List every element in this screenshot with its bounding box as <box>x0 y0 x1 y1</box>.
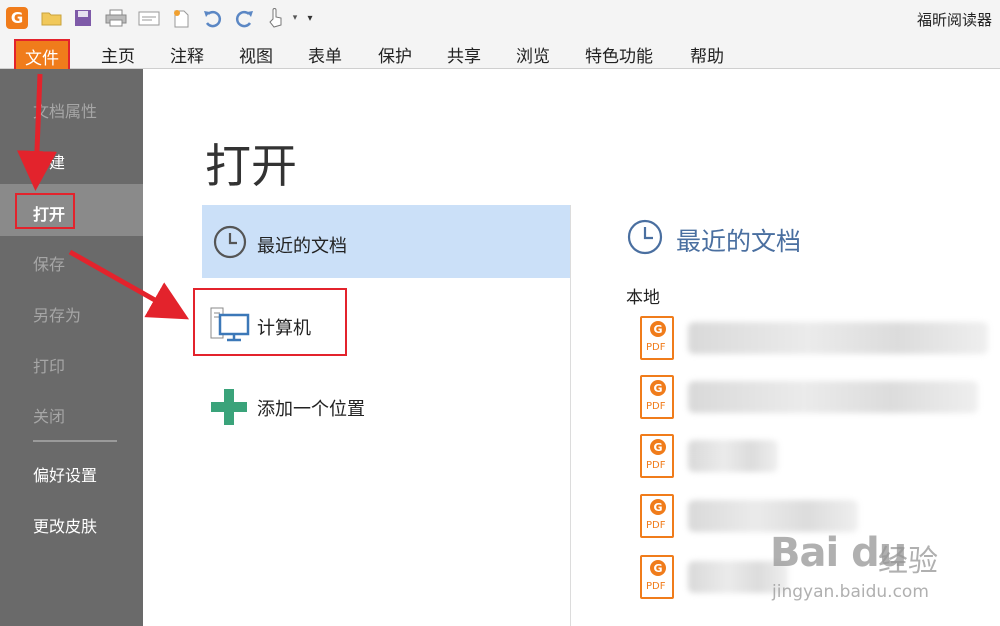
sidebar-item-save-as[interactable]: 另存为 <box>33 302 81 326</box>
column-divider <box>570 205 571 626</box>
new-document-icon[interactable] <box>169 7 193 29</box>
menu-help[interactable]: 帮助 <box>690 42 724 67</box>
page-title: 打开 <box>205 139 297 193</box>
menu-share[interactable]: 共享 <box>447 42 481 67</box>
hand-tool-icon[interactable] <box>264 7 288 29</box>
list-item[interactable]: G PDF <box>640 316 1000 362</box>
redo-icon[interactable] <box>232 7 256 29</box>
menu-bar: 主页 注释 视图 表单 保护 共享 浏览 特色功能 帮助 <box>0 36 1000 69</box>
sidebar-divider <box>33 440 117 442</box>
menu-browse[interactable]: 浏览 <box>516 42 550 67</box>
backstage-sidebar: 文档属性 创建 打开 保存 另存为 打印 关闭 偏好设置 更改皮肤 <box>0 69 143 626</box>
add-plus-icon <box>210 388 248 430</box>
hand-tool-dropdown-icon[interactable]: ▾ <box>290 7 300 29</box>
customize-toolbar-icon[interactable]: ▾ <box>303 7 317 29</box>
sidebar-item-save[interactable]: 保存 <box>33 251 65 275</box>
title-bar: G ▾ ▾ 福昕阅读器 <box>0 0 1000 36</box>
blurred-file-name <box>688 381 978 413</box>
open-folder-icon[interactable] <box>40 7 64 29</box>
menu-featured[interactable]: 特色功能 <box>585 42 653 67</box>
baidu-watermark-logo: Bai du 经验 jingyan.baidu.com <box>770 530 938 602</box>
blurred-file-name <box>688 500 858 532</box>
menu-home[interactable]: 主页 <box>101 42 135 67</box>
option-recent-label: 最近的文档 <box>257 236 347 257</box>
pdf-file-icon: G PDF <box>640 316 674 360</box>
menu-comment[interactable]: 注释 <box>170 42 204 67</box>
list-item[interactable]: G PDF <box>640 375 1000 421</box>
print-icon[interactable] <box>104 7 128 29</box>
sidebar-item-print[interactable]: 打印 <box>33 353 65 377</box>
menu-protect[interactable]: 保护 <box>378 42 412 67</box>
pdf-file-icon: G PDF <box>640 375 674 419</box>
app-title: 福昕阅读器 <box>916 11 992 29</box>
sidebar-item-change-skin[interactable]: 更改皮肤 <box>33 513 97 537</box>
blurred-file-name <box>688 322 988 354</box>
undo-icon[interactable] <box>201 7 225 29</box>
option-add-place-label: 添加一个位置 <box>257 399 365 420</box>
app-logo-icon[interactable]: G <box>6 7 28 29</box>
recent-documents-title: 最近的文档 <box>676 227 802 256</box>
clock-icon <box>212 224 248 264</box>
sidebar-item-create[interactable]: 创建 <box>33 149 65 173</box>
option-add-place[interactable]: 添加一个位置 <box>202 375 570 441</box>
local-section-label: 本地 <box>626 288 660 308</box>
pdf-file-icon: G PDF <box>640 494 674 538</box>
sidebar-item-preferences[interactable]: 偏好设置 <box>33 462 97 486</box>
menu-view[interactable]: 视图 <box>239 42 273 67</box>
sidebar-item-document-properties[interactable]: 文档属性 <box>33 98 97 122</box>
open-highlight-box <box>15 193 75 229</box>
scan-icon[interactable] <box>137 7 161 29</box>
menu-form[interactable]: 表单 <box>308 42 342 67</box>
blurred-file-name <box>688 440 778 472</box>
list-item[interactable]: G PDF <box>640 434 1000 480</box>
option-recent-documents[interactable]: 最近的文档 <box>202 205 570 278</box>
sidebar-item-close[interactable]: 关闭 <box>33 403 65 427</box>
save-icon[interactable] <box>72 7 94 29</box>
pdf-file-icon: G PDF <box>640 434 674 478</box>
computer-highlight-box <box>193 288 347 356</box>
pdf-file-icon: G PDF <box>640 555 674 599</box>
recent-clock-icon <box>626 218 664 260</box>
file-tab[interactable]: 文件 <box>14 39 70 73</box>
